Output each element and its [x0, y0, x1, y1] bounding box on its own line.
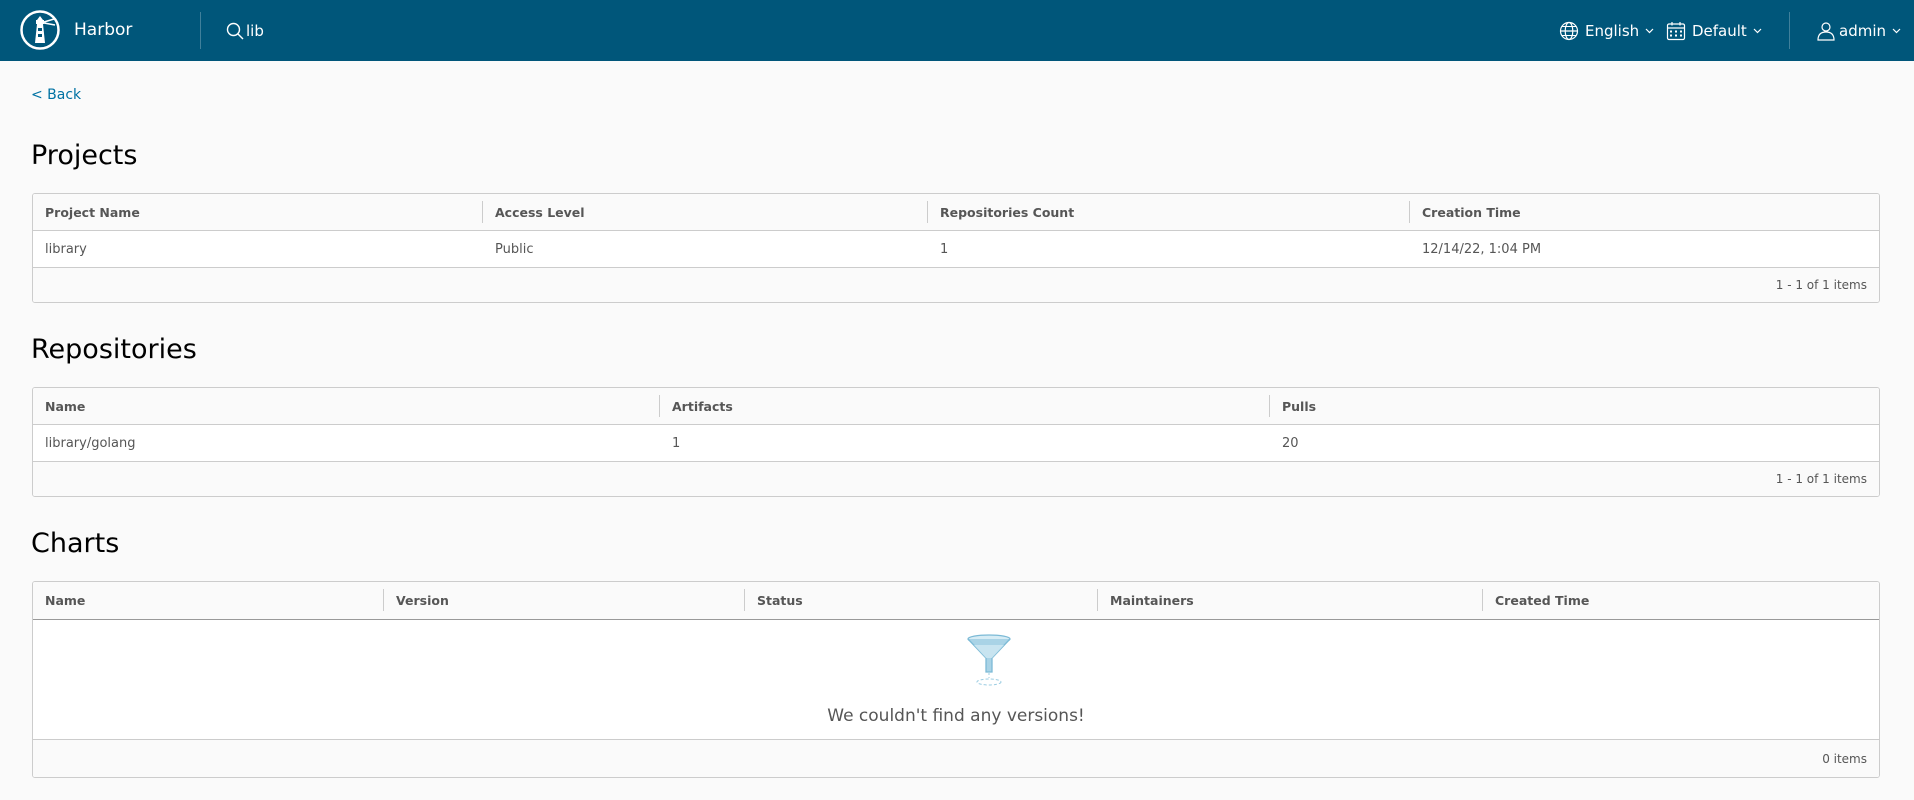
- harbor-logo-icon[interactable]: [20, 10, 60, 50]
- table-footer: 1 - 1 of 1 items: [33, 268, 1879, 302]
- table-header-row: Project Name Access Level Repositories C…: [33, 194, 1879, 231]
- table-footer: 0 items: [33, 740, 1879, 777]
- column-header-name[interactable]: Name: [33, 388, 85, 424]
- calendar-icon: [1666, 22, 1686, 41]
- charts-table: Name Version Status Maintainers Created …: [32, 581, 1880, 778]
- repositories-table: Name Artifacts Pulls library/golang 1 20…: [32, 387, 1880, 497]
- column-header-project-name[interactable]: Project Name: [33, 194, 140, 230]
- header-divider: [200, 12, 201, 49]
- chevron-down-icon: [1892, 28, 1901, 34]
- language-label: English: [1585, 22, 1640, 40]
- column-header-repositories-count[interactable]: Repositories Count: [927, 201, 1074, 223]
- chevron-down-icon: [1645, 28, 1654, 34]
- username-label: admin: [1839, 22, 1886, 40]
- empty-state-message: We couldn't find any versions!: [827, 706, 1085, 726]
- column-header-creation-time[interactable]: Creation Time: [1409, 201, 1521, 223]
- pagination-count: 1 - 1 of 1 items: [1775, 472, 1867, 486]
- repository-name-link[interactable]: library/golang: [33, 425, 135, 461]
- table-row: library/golang 1 20: [33, 425, 1879, 462]
- brand-name[interactable]: Harbor: [74, 20, 132, 40]
- artifacts-cell: 1: [672, 435, 681, 451]
- pulls-cell: 20: [1282, 435, 1299, 451]
- pagination-count: 0 items: [1822, 752, 1867, 766]
- user-menu-dropdown[interactable]: admin: [1816, 19, 1901, 43]
- project-name-link[interactable]: library: [33, 231, 87, 267]
- column-header-name[interactable]: Name: [33, 582, 85, 619]
- table-row: library Public 1 12/14/22, 1:04 PM: [33, 231, 1879, 268]
- header-divider: [1789, 12, 1790, 49]
- column-header-created-time[interactable]: Created Time: [1482, 589, 1589, 611]
- pagination-count: 1 - 1 of 1 items: [1775, 278, 1867, 292]
- projects-section-title: Projects: [31, 140, 138, 171]
- access-level-cell: Public: [495, 241, 534, 257]
- top-navbar: Harbor English Default: [0, 0, 1914, 61]
- table-header-row: Name Version Status Maintainers Created …: [33, 582, 1879, 619]
- repositories-count-cell: 1: [940, 241, 949, 257]
- language-dropdown[interactable]: English: [1559, 19, 1654, 43]
- datetime-format-label: Default: [1692, 22, 1747, 40]
- column-header-pulls[interactable]: Pulls: [1269, 395, 1316, 417]
- user-icon: [1817, 22, 1835, 41]
- global-search-input[interactable]: [246, 19, 546, 43]
- creation-time-cell: 12/14/22, 1:04 PM: [1422, 241, 1542, 257]
- back-link[interactable]: < Back: [31, 87, 81, 103]
- table-footer: 1 - 1 of 1 items: [33, 462, 1879, 496]
- column-header-maintainers[interactable]: Maintainers: [1097, 589, 1194, 611]
- chevron-down-icon: [1753, 28, 1762, 34]
- projects-table: Project Name Access Level Repositories C…: [32, 193, 1880, 303]
- search-icon: [226, 22, 244, 40]
- column-header-version[interactable]: Version: [383, 589, 449, 611]
- globe-icon: [1559, 21, 1579, 41]
- column-header-status[interactable]: Status: [744, 589, 803, 611]
- empty-state: We couldn't find any versions!: [33, 619, 1879, 740]
- datetime-format-dropdown[interactable]: Default: [1666, 19, 1762, 43]
- table-header-row: Name Artifacts Pulls: [33, 388, 1879, 425]
- funnel-icon: [967, 634, 1011, 686]
- column-header-artifacts[interactable]: Artifacts: [659, 395, 733, 417]
- repositories-section-title: Repositories: [31, 334, 197, 365]
- charts-section-title: Charts: [31, 528, 120, 559]
- column-header-access-level[interactable]: Access Level: [482, 201, 585, 223]
